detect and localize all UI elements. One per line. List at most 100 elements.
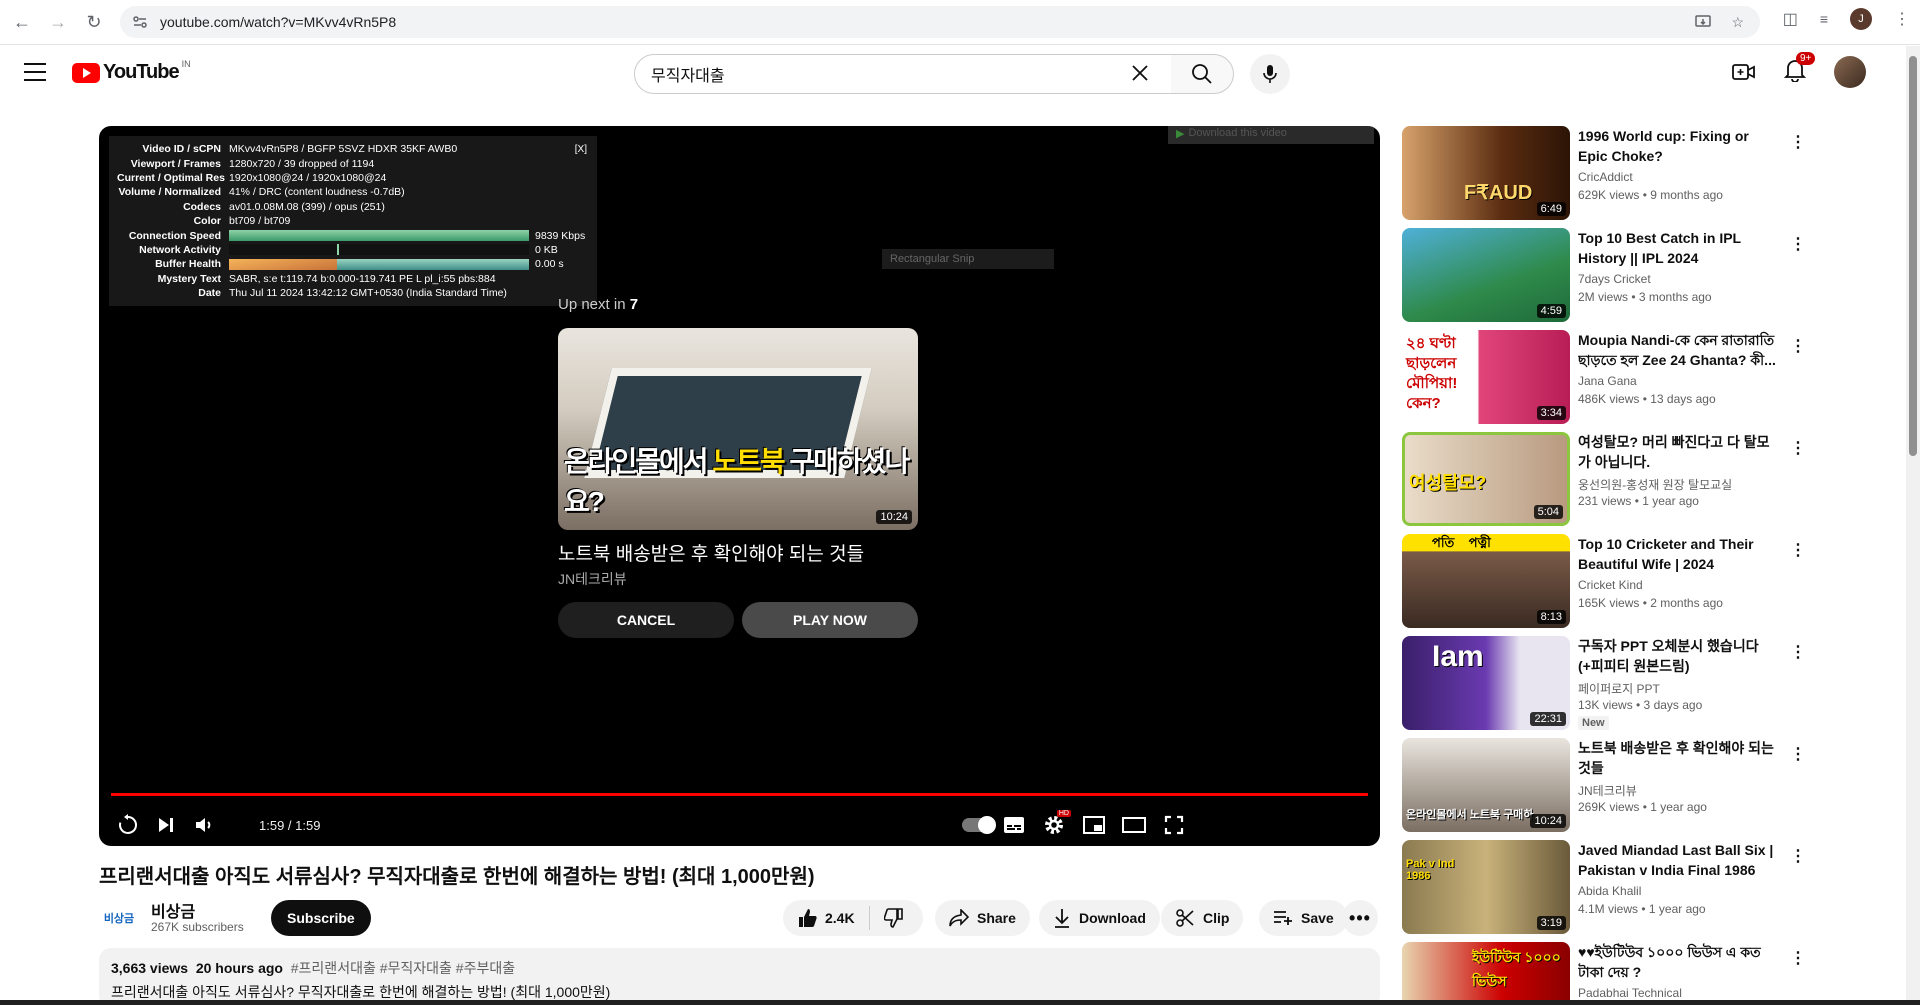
- rec-title: Top 10 Best Catch in IPL History || IPL …: [1578, 230, 1741, 266]
- stats-row: Color bt709 / bt709: [193, 215, 291, 228]
- hashtags[interactable]: #프리랜서대출 #무직자대출 #주부대출: [291, 960, 515, 976]
- back-icon[interactable]: ←: [8, 8, 36, 36]
- channel-actions-row: 비상금 비상금 267K subscribers Subscribe 2.4K …: [99, 898, 1380, 938]
- download-button[interactable]: Download: [1039, 900, 1160, 936]
- like-button[interactable]: 2.4K: [797, 908, 855, 928]
- download-video-overlay[interactable]: ▶ Download this video: [1168, 126, 1374, 144]
- install-app-icon[interactable]: [1695, 14, 1712, 30]
- clear-search-icon[interactable]: [1130, 63, 1150, 89]
- rec-channel: Jana Gana: [1578, 374, 1637, 388]
- rec-channel: 웅선의원-홍성재 원장 탈모교실: [1578, 478, 1733, 492]
- stats-row: Date Thu Jul 11 2024 13:42:12 GMT+0530 (I…: [198, 287, 507, 300]
- rec-thumbnail[interactable]: F₹AUD 6:49: [1402, 126, 1570, 220]
- reload-icon[interactable]: ↻: [80, 8, 108, 36]
- more-vert-icon[interactable]: ⋮: [1790, 234, 1806, 254]
- search-input[interactable]: 무직자대출: [634, 54, 1172, 94]
- more-vert-icon[interactable]: ⋮: [1790, 540, 1806, 560]
- notification-count-badge: 9+: [1796, 51, 1816, 65]
- microphone-icon: [1263, 65, 1277, 83]
- stats-row: Buffer Health 0.00 s: [155, 258, 564, 271]
- time-display: 1:59 / 1:59: [259, 818, 321, 833]
- os-taskbar: [0, 1000, 1920, 1005]
- recommendation-item[interactable]: ২৪ ঘণ্টা ছাড়লেন মৌপিয়া! কেন? 3:34 Moup…: [1402, 330, 1806, 424]
- share-button[interactable]: Share: [935, 900, 1030, 936]
- extensions-icon[interactable]: ◫: [1783, 9, 1798, 29]
- more-vert-icon[interactable]: ⋮: [1790, 642, 1806, 662]
- reading-list-icon[interactable]: ≡: [1820, 11, 1828, 27]
- browser-toolbar: ← → ↻ youtube.com/watch?v=MKvv4vRn5P8 ☆ …: [0, 0, 1920, 45]
- recommendation-item[interactable]: 여성탈모? 5:04 여성탈모? 머리 빠진다고 다 탈모가 아닙니다. 웅선의…: [1402, 432, 1806, 526]
- profile-avatar[interactable]: J: [1850, 8, 1872, 30]
- more-vert-icon[interactable]: ⋮: [1790, 132, 1806, 152]
- more-vert-icon[interactable]: ⋮: [1790, 948, 1806, 968]
- stats-close-button[interactable]: [X]: [575, 144, 587, 155]
- recommendation-item[interactable]: Pak v Ind 1986 3:19 Javed Miandad Last B…: [1402, 840, 1806, 934]
- save-button[interactable]: Save: [1259, 900, 1348, 936]
- rec-thumbnail[interactable]: ২৪ ঘণ্টা ছাড়লেন মৌপিয়া! কেন? 3:34: [1402, 330, 1570, 424]
- voice-search-button[interactable]: [1250, 54, 1290, 94]
- create-video-icon[interactable]: [1732, 61, 1756, 83]
- settings-gear-icon[interactable]: HD: [1041, 810, 1071, 838]
- progress-bar[interactable]: [111, 793, 1368, 796]
- rec-title: 1996 World cup: Fixing or Epic Choke?: [1578, 128, 1749, 164]
- youtube-logo[interactable]: YouTube IN: [72, 58, 191, 84]
- subscribe-button[interactable]: Subscribe: [271, 900, 371, 936]
- account-avatar[interactable]: [1834, 56, 1866, 88]
- scrollbar-thumb[interactable]: [1909, 56, 1917, 456]
- autoplay-toggle[interactable]: [959, 812, 997, 838]
- country-code: IN: [181, 58, 191, 69]
- rec-channel: Abida Khalil: [1578, 884, 1642, 898]
- rec-thumbnail[interactable]: 4:59: [1402, 228, 1570, 322]
- fullscreen-icon[interactable]: [1161, 812, 1187, 838]
- next-video-icon[interactable]: [153, 812, 179, 838]
- miniplayer-icon[interactable]: [1081, 812, 1107, 838]
- rectangular-snip-overlay: Rectangular Snip: [882, 249, 1054, 269]
- rec-thumbnail[interactable]: Iam 22:31: [1402, 636, 1570, 730]
- play-now-button[interactable]: PLAY NOW: [742, 602, 918, 638]
- description-box[interactable]: 3,663 views 20 hours ago #프리랜서대출 #무직자대출 …: [99, 948, 1380, 1005]
- volume-icon[interactable]: [191, 812, 217, 838]
- rec-thumbnail[interactable]: 여성탈모? 5:04: [1402, 432, 1570, 526]
- recommendation-item[interactable]: ইউটিউব ১০০০ ভিউস ♥♥ইউটিউব ১০০০ ভিউস এ কত…: [1402, 942, 1806, 1005]
- hamburger-menu-icon[interactable]: [24, 63, 46, 81]
- chrome-menu-icon[interactable]: ⋮: [1894, 9, 1910, 29]
- recommendation-item[interactable]: 온라인몰에서 노트북 구매하 10:24 노트북 배송받은 후 확인해야 되는 …: [1402, 738, 1806, 832]
- more-vert-icon[interactable]: ⋮: [1790, 744, 1806, 764]
- up-next-title[interactable]: 노트북 배송받은 후 확인해야 되는 것들: [558, 539, 864, 566]
- stats-row: Mystery Text SABR, s:e t:119.74 b:0.000-1…: [157, 272, 496, 285]
- page-scrollbar[interactable]: [1906, 46, 1920, 1005]
- up-next-thumbnail[interactable]: 온라인몰에서 노트북 구매하셨나요? 10:24: [558, 328, 918, 530]
- more-actions-button[interactable]: •••: [1342, 900, 1378, 936]
- clip-button[interactable]: Clip: [1161, 900, 1244, 936]
- theater-mode-icon[interactable]: [1121, 812, 1147, 838]
- replay-icon[interactable]: [115, 812, 141, 838]
- forward-icon[interactable]: →: [44, 8, 72, 36]
- rec-stats: 4.1M views • 1 year ago: [1578, 902, 1706, 916]
- address-bar[interactable]: youtube.com/watch?v=MKvv4vRn5P8 ☆: [120, 6, 1760, 38]
- rec-stats: 486K views • 13 days ago: [1578, 392, 1716, 406]
- rec-thumbnail[interactable]: Pak v Ind 1986 3:19: [1402, 840, 1570, 934]
- bookmark-star-icon[interactable]: ☆: [1731, 14, 1744, 31]
- up-next-thumb-text: 온라인몰에서 노트북 구매하셨나요?: [564, 446, 910, 517]
- search-button[interactable]: [1171, 54, 1234, 94]
- up-next-countdown: Up next in 7: [558, 296, 639, 313]
- recommendation-item[interactable]: Iam 22:31 구독자 PPT 오체분시 했습니다 (+피피티 원본드림) …: [1402, 636, 1806, 730]
- channel-name[interactable]: 비상금: [151, 898, 195, 922]
- recommendation-item[interactable]: 4:59 Top 10 Best Catch in IPL History ||…: [1402, 228, 1806, 322]
- dislike-button[interactable]: [883, 908, 904, 928]
- logo-text: YouTube: [103, 61, 180, 83]
- video-player[interactable]: [X] Video ID / sCPN MKvv4vRn5P8 / BGFP 5S…: [99, 126, 1380, 846]
- subtitles-icon[interactable]: [1001, 812, 1027, 838]
- more-vert-icon[interactable]: ⋮: [1790, 336, 1806, 356]
- more-vert-icon[interactable]: ⋮: [1790, 438, 1806, 458]
- cancel-autoplay-button[interactable]: CANCEL: [558, 602, 734, 638]
- channel-logo[interactable]: 비상금: [99, 898, 139, 938]
- recommendation-item[interactable]: F₹AUD 6:49 1996 World cup: Fixing or Epi…: [1402, 126, 1806, 220]
- rec-thumbnail[interactable]: ইউটিউব ১০০০ ভিউস: [1402, 942, 1570, 1005]
- site-settings-icon[interactable]: [132, 14, 148, 30]
- rec-thumbnail[interactable]: পতি পত্নী 8:13: [1402, 534, 1570, 628]
- rec-thumbnail[interactable]: 온라인몰에서 노트북 구매하 10:24: [1402, 738, 1570, 832]
- more-vert-icon[interactable]: ⋮: [1790, 846, 1806, 866]
- notifications-button[interactable]: 9+: [1783, 51, 1816, 87]
- recommendation-item[interactable]: পতি পত্নী 8:13 Top 10 Cricketer and Thei…: [1402, 534, 1806, 628]
